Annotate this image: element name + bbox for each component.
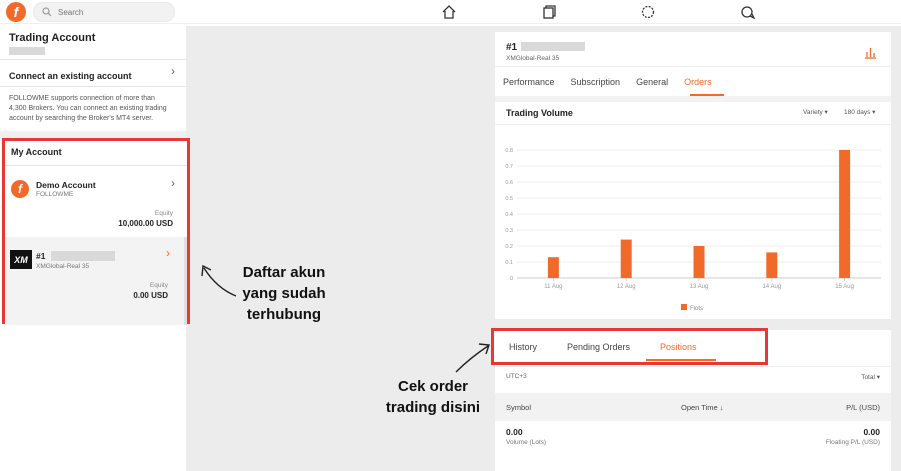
pl-label: Floating P/L (USD) xyxy=(825,439,880,446)
y-tick-label: 0.2 xyxy=(505,244,513,250)
bar xyxy=(766,252,778,278)
y-tick-label: 0.8 xyxy=(505,148,513,154)
account-broker: FOLLOWME xyxy=(36,191,74,198)
y-tick-label: 0.1 xyxy=(505,260,513,266)
compass-icon[interactable] xyxy=(640,4,656,20)
connect-account-label: Connect an existing account xyxy=(9,71,132,81)
pl-value: 0.00 xyxy=(863,427,880,437)
tab-history[interactable]: History xyxy=(509,342,537,352)
x-tick-label: 14 Aug xyxy=(762,284,781,290)
y-tick-label: 0 xyxy=(510,276,513,282)
trading-volume-chart: 0 0.1 0.2 0.3 0.4 0.5 0.6 0.7 0.8 11 Aug 12 Aug 13 … xyxy=(505,148,881,312)
col-pl: P/L (USD) xyxy=(846,403,880,412)
annotation-orders: Cek order trading disini xyxy=(380,376,486,418)
tab-subscription[interactable]: Subscription xyxy=(571,77,621,87)
search-input[interactable] xyxy=(58,7,158,17)
my-account-title: My Account xyxy=(11,147,62,157)
y-tick-label: 0.4 xyxy=(505,212,513,218)
search-box[interactable] xyxy=(33,2,175,22)
annotation-arrow-left xyxy=(201,264,237,297)
account-number-redacted xyxy=(521,42,585,51)
annotation-line: trading disini xyxy=(385,399,481,416)
home-icon[interactable] xyxy=(441,4,457,20)
annotation-line: yang sudah xyxy=(242,285,326,302)
bar xyxy=(693,246,705,278)
x-tick-label: 15 Aug xyxy=(835,284,854,290)
y-tick-label: 0.6 xyxy=(505,180,513,186)
search-icon xyxy=(42,7,52,17)
period-dropdown[interactable]: 180 days ▾ xyxy=(844,108,875,116)
y-tick-label: 0.5 xyxy=(505,196,513,202)
account-number-redacted xyxy=(51,251,115,261)
xm-logo-icon: XM xyxy=(10,250,32,269)
trading-volume-title: Trading Volume xyxy=(506,108,573,118)
followme-account-icon: f xyxy=(11,180,29,198)
equity-value: 10,000.00 USD xyxy=(118,219,173,228)
chevron-right-icon: › xyxy=(171,176,175,190)
account-name: Demo Account xyxy=(36,180,96,190)
account-header-server: XMGlobal-Real 35 xyxy=(506,55,560,62)
followme-logo-letter: f xyxy=(18,182,22,196)
followme-logo[interactable]: f xyxy=(6,2,26,22)
account-item-demo[interactable]: f Demo Account FOLLOWME › Equity 10,000.… xyxy=(5,168,187,232)
annotation-line: Cek order xyxy=(397,378,469,395)
xm-logo-text: XM xyxy=(14,254,28,265)
y-tick-label: 0.7 xyxy=(505,164,513,170)
my-account-highlight: My Account f Demo Account FOLLOWME › Equ… xyxy=(2,138,190,325)
account-name: #1 xyxy=(36,251,46,261)
active-tab-indicator xyxy=(646,359,716,361)
chart-icon[interactable] xyxy=(864,46,877,59)
bar xyxy=(620,239,632,278)
orders-tabs-highlight: History Pending Orders Positions xyxy=(491,328,768,365)
account-performance-card: #1 XMGlobal-Real 35 Performance Subscrip… xyxy=(495,32,891,319)
col-open-time[interactable]: Open Time ↓ xyxy=(681,403,724,412)
account-item-xm[interactable]: XM #1 XMGlobal-Real 35 › Equity 0.00 USD xyxy=(5,237,187,325)
bar xyxy=(547,257,559,278)
tab-positions[interactable]: Positions xyxy=(660,342,697,352)
volume-label: Volume (Lots) xyxy=(506,439,547,446)
variety-dropdown[interactable]: Variety ▾ xyxy=(803,108,828,116)
volume-value: 0.00 xyxy=(506,427,523,437)
legend-swatch xyxy=(681,304,687,310)
bar xyxy=(839,150,851,278)
account-header-name: #1 xyxy=(506,42,518,53)
tab-pending-orders[interactable]: Pending Orders xyxy=(567,342,630,352)
logo-letter: f xyxy=(13,4,19,20)
tab-general[interactable]: General xyxy=(636,77,668,87)
x-tick-label: 13 Aug xyxy=(690,284,709,290)
annotation-arrow-bottom xyxy=(455,343,490,373)
col-symbol: Symbol xyxy=(506,403,532,412)
copy-icon[interactable] xyxy=(541,4,557,20)
annotation-line: terhubung xyxy=(246,306,322,323)
annotation-accounts: Daftar akun yang sudah terhubung xyxy=(238,262,330,325)
positions-table-header: Symbol Open Time ↓ P/L (USD) xyxy=(495,393,891,421)
chevron-right-icon: › xyxy=(171,64,175,78)
tab-performance[interactable]: Performance xyxy=(503,77,555,87)
total-dropdown[interactable]: Total ▾ xyxy=(861,373,880,381)
equity-label: Equity xyxy=(154,210,173,217)
y-tick-label: 0.3 xyxy=(505,228,513,234)
tab-orders[interactable]: Orders xyxy=(684,77,712,87)
connect-account-row[interactable]: Connect an existing account › xyxy=(9,64,179,81)
equity-label: Equity xyxy=(149,282,168,289)
trading-account-title: Trading Account xyxy=(9,32,96,44)
chevron-right-icon: › xyxy=(166,246,170,260)
equity-value: 0.00 USD xyxy=(133,291,168,300)
legend-label: Flots xyxy=(690,306,703,312)
timezone-label: UTC+3 xyxy=(506,373,527,380)
x-tick-label: 11 Aug xyxy=(544,284,562,290)
x-tick-label: 12 Aug xyxy=(617,284,636,290)
chat-icon[interactable] xyxy=(740,4,756,20)
top-bar: f xyxy=(0,0,901,24)
account-tabs: Performance Subscription General Orders xyxy=(503,77,712,87)
account-id-redacted xyxy=(9,47,45,55)
annotation-line: Daftar akun xyxy=(242,264,326,281)
connect-description: FOLLOWME supports connection of more tha… xyxy=(9,95,167,122)
account-broker: XMGlobal-Real 35 xyxy=(36,263,90,270)
